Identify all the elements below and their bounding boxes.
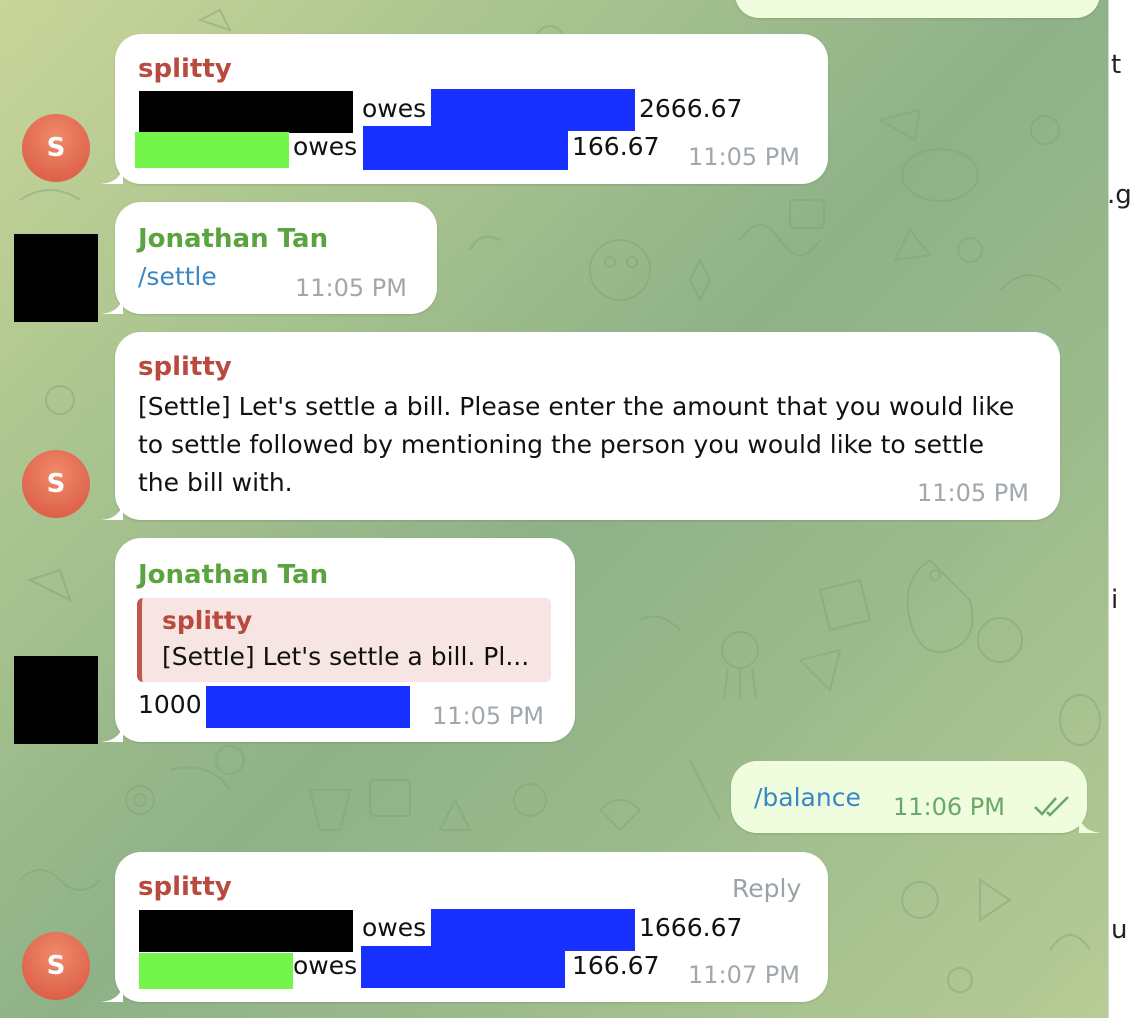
message-bubble-m4[interactable]: Jonathan Tan splitty [Settle] Let's sett… <box>101 538 575 742</box>
bot-avatar[interactable]: S <box>22 932 90 1000</box>
reply-button[interactable]: Reply <box>732 874 801 903</box>
redacted-name-blue <box>431 909 635 951</box>
owes-text: owes <box>293 132 358 161</box>
redacted-name-green <box>139 953 293 989</box>
amount-text: 2666.67 <box>639 94 743 123</box>
message-time: 11:05 PM <box>295 274 407 302</box>
double-check-icon <box>1034 796 1069 817</box>
message-time: 11:07 PM <box>688 961 800 989</box>
message-time: 11:06 PM <box>893 793 1005 821</box>
message-text-line: the bill with. <box>138 468 293 497</box>
panel-text-fragment: .g <box>1108 180 1132 210</box>
user-avatar[interactable] <box>14 234 98 322</box>
message-time: 11:05 PM <box>917 479 1029 507</box>
quoted-reply[interactable]: splitty [Settle] Let's settle a bill. Pl… <box>137 598 551 682</box>
command-link[interactable]: /balance <box>754 783 861 812</box>
previous-message-bubble[interactable] <box>735 0 1100 18</box>
sender-name: Jonathan Tan <box>138 224 329 254</box>
redacted-name-black <box>139 91 353 133</box>
panel-text-fragment: u <box>1111 915 1128 945</box>
message-bubble-m3[interactable]: splitty [Settle] Let's settle a bill. Pl… <box>101 332 1060 520</box>
owes-text: owes <box>293 951 358 980</box>
avatar-initial: S <box>46 133 66 163</box>
message-bubble-m1[interactable]: splitty owes 2666.67 owes 166.67 11:05 P… <box>101 34 828 184</box>
message-bubble-m5[interactable]: /balance 11:06 PM <box>731 761 1101 833</box>
command-link[interactable]: /settle <box>138 262 217 291</box>
amount-text: 166.67 <box>572 132 660 161</box>
message-text: 1000 <box>138 690 202 719</box>
bot-avatar[interactable]: S <box>22 114 90 182</box>
bubble-tail <box>101 720 123 742</box>
redacted-name-black <box>139 910 353 952</box>
bubble-tail <box>101 498 123 520</box>
amount-text: 1666.67 <box>639 913 743 942</box>
amount-text: 166.67 <box>572 951 660 980</box>
redacted-name-blue <box>431 89 635 131</box>
right-side-panel: t .g i u <box>1108 0 1134 1018</box>
redacted-name-blue <box>361 946 565 988</box>
bubble-tail <box>1079 811 1101 833</box>
avatar-initial: S <box>46 469 66 499</box>
panel-text-fragment: t <box>1111 50 1122 80</box>
bot-avatar[interactable]: S <box>22 450 90 518</box>
bubble-tail <box>101 292 123 314</box>
message-text-line: [Settle] Let's settle a bill. Please ent… <box>138 392 1015 421</box>
sender-name: splitty <box>138 352 232 382</box>
message-bubble-m6[interactable]: splitty Reply owes 1666.67 owes 166.67 1… <box>101 852 828 1002</box>
quoted-sender: splitty <box>162 606 253 635</box>
bubble-tail <box>101 980 123 1002</box>
redacted-name-blue <box>363 126 568 170</box>
user-avatar[interactable] <box>14 656 98 744</box>
bubble-tail <box>101 162 123 184</box>
avatar-initial: S <box>46 951 66 981</box>
redacted-mention-blue <box>206 686 410 728</box>
panel-text-fragment: i <box>1111 585 1119 615</box>
owes-text: owes <box>362 913 427 942</box>
message-bubble-m2[interactable]: Jonathan Tan /settle 11:05 PM <box>101 202 437 314</box>
sender-name: splitty <box>138 872 232 902</box>
owes-text: owes <box>362 94 427 123</box>
sender-name: splitty <box>138 54 232 84</box>
redacted-name-green <box>135 132 289 168</box>
message-time: 11:05 PM <box>688 143 800 171</box>
quoted-text: [Settle] Let's settle a bill. Pl... <box>162 642 530 671</box>
message-time: 11:05 PM <box>432 702 544 730</box>
sender-name: Jonathan Tan <box>138 560 329 590</box>
message-text-line: to settle followed by mentioning the per… <box>138 430 984 459</box>
